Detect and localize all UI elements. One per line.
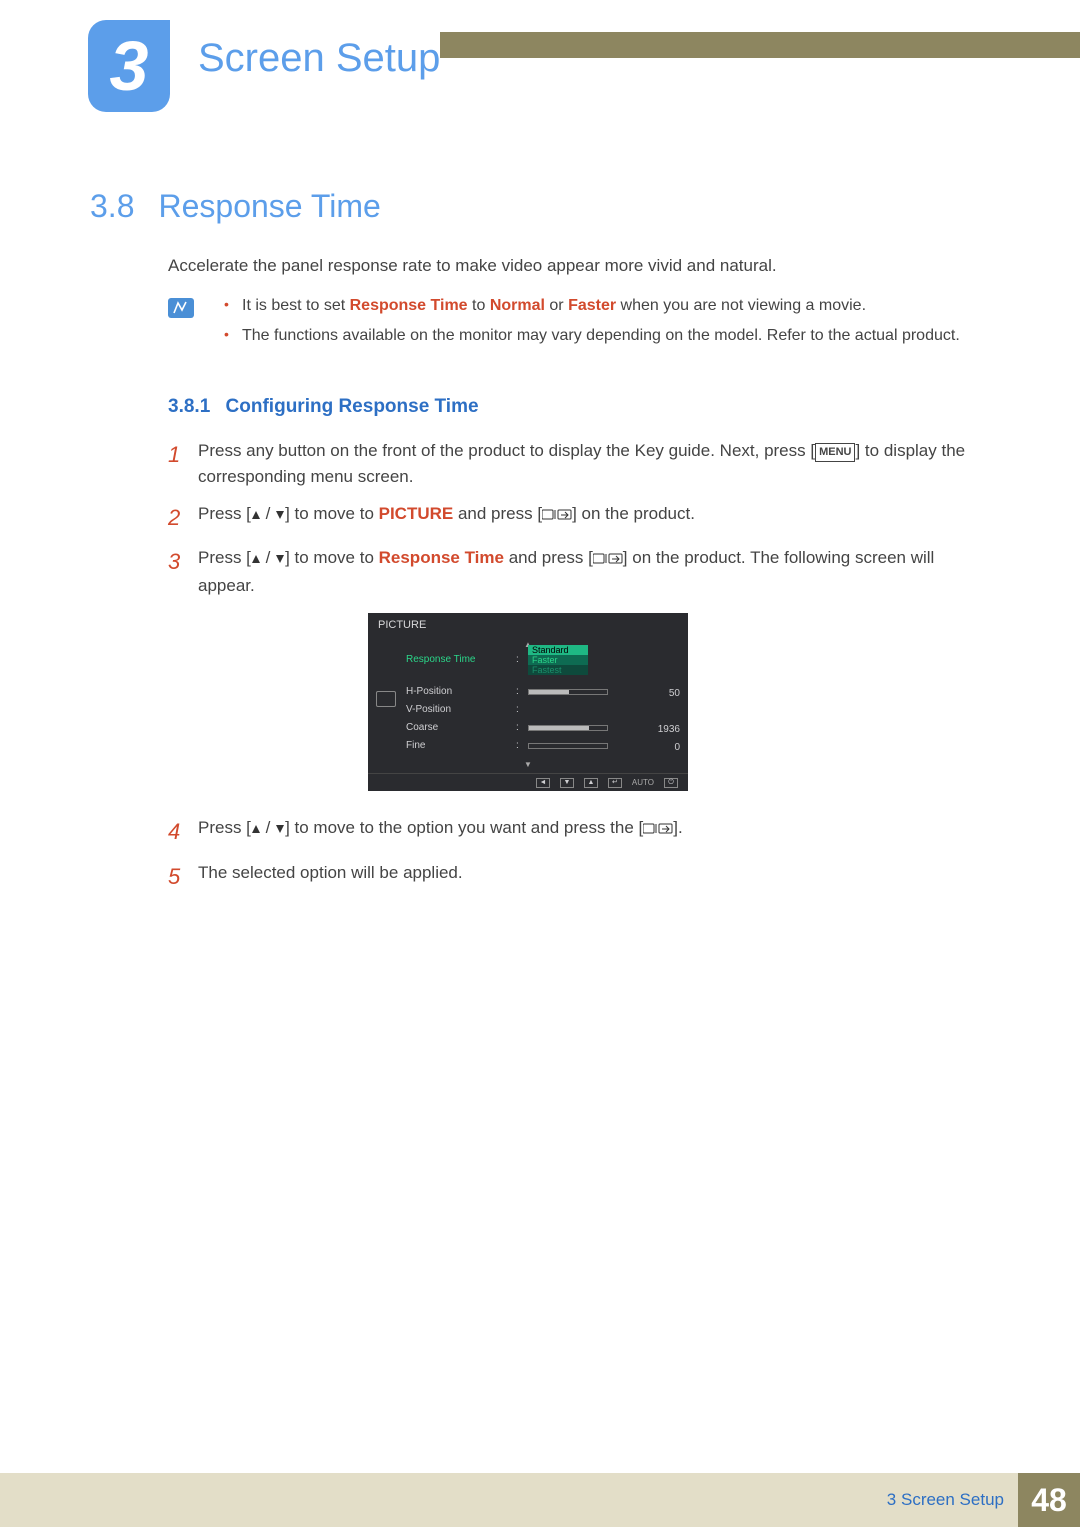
subsection-heading: 3.8.1 Configuring Response Time [168, 396, 479, 418]
note1-mid2: or [545, 297, 568, 314]
footer-chapter-label: 3 Screen Setup [887, 1490, 1004, 1510]
note1-hl3: Faster [568, 297, 616, 314]
osd-title: PICTURE [368, 613, 688, 638]
osd-nav-down-icon: ▼ [560, 778, 574, 788]
step2-mid1: ] to move to [285, 504, 379, 523]
source-enter-icon [643, 817, 673, 843]
step-number: 3 [168, 545, 198, 806]
section-title: Response Time [158, 188, 380, 225]
page-footer: 3 Screen Setup 48 [0, 1473, 1080, 1527]
osd-item-response-time: Response Time [406, 652, 510, 668]
note1-mid1: to [468, 297, 490, 314]
triangle-up-icon [251, 546, 261, 572]
subsection-title: Configuring Response Time [226, 396, 479, 417]
source-enter-icon [542, 503, 572, 529]
osd-nav-up-icon: ▲ [584, 778, 598, 788]
step2-mid2: and press [ [453, 504, 542, 523]
step2-post: ] on the product. [572, 504, 695, 523]
header-stripe [440, 32, 1080, 58]
osd-item-h-position: H-Position [406, 684, 510, 700]
osd-value-h-position: 50 [669, 686, 680, 702]
osd-enter-icon: ↵ [608, 778, 622, 788]
section-intro: Accelerate the panel response rate to ma… [168, 256, 990, 276]
note-icon [168, 298, 194, 318]
step-1: 1 Press any button on the front of the p… [168, 438, 990, 491]
step4-pre: Press [ [198, 818, 251, 837]
note-block: It is best to set Response Time to Norma… [168, 294, 990, 354]
osd-auto-label: AUTO [632, 777, 654, 789]
triangle-up-icon [251, 502, 261, 528]
osd-item-coarse: Coarse [406, 720, 510, 736]
osd-category-icon [376, 691, 396, 707]
osd-option-fastest: Fastest [528, 665, 588, 675]
step1-pre: Press any button on the front of the pro… [198, 441, 815, 460]
step-number: 1 [168, 438, 198, 491]
chapter-title: Screen Setup [198, 36, 440, 81]
step-number: 4 [168, 815, 198, 849]
triangle-down-icon [275, 816, 285, 842]
step-number: 2 [168, 501, 198, 535]
step2-hl: PICTURE [379, 504, 454, 523]
osd-screenshot: PICTURE ▲ Response Time : Standard Faste… [368, 613, 688, 791]
triangle-down-icon [275, 546, 285, 572]
step3-mid2: and press [ [504, 548, 593, 567]
step3-hl: Response Time [379, 548, 504, 567]
osd-power-icon: ⏻ [664, 778, 678, 788]
section-number: 3.8 [90, 188, 134, 225]
step-2: 2 Press [ / ] to move to PICTURE and pre… [168, 501, 990, 535]
osd-value-fine: 0 [674, 740, 680, 756]
step3-pre: Press [ [198, 548, 251, 567]
osd-option-standard: Standard [528, 645, 588, 655]
note-item-2: The functions available on the monitor m… [224, 324, 990, 348]
step-4: 4 Press [ / ] to move to the option you … [168, 815, 990, 849]
note1-hl2: Normal [490, 297, 545, 314]
osd-option-faster: Faster [528, 655, 588, 665]
osd-scroll-down-icon: ▼ [368, 759, 688, 771]
osd-item-fine: Fine [406, 738, 510, 754]
source-enter-icon [593, 547, 623, 573]
osd-button-bar: ◄ ▼ ▲ ↵ AUTO ⏻ [368, 773, 688, 791]
menu-button-icon: MENU [815, 443, 855, 462]
footer-page-number: 48 [1018, 1473, 1080, 1527]
note1-hl1: Response Time [350, 297, 468, 314]
osd-value-coarse: 1936 [658, 722, 680, 738]
osd-nav-left-icon: ◄ [536, 778, 550, 788]
osd-category-icons [376, 651, 400, 755]
step-5: 5 The selected option will be applied. [168, 860, 990, 894]
triangle-up-icon [251, 816, 261, 842]
chapter-number-badge: 3 [88, 20, 170, 112]
steps-list: 1 Press any button on the front of the p… [168, 438, 990, 904]
section-heading: 3.8 Response Time [90, 188, 381, 225]
note-item-1: It is best to set Response Time to Norma… [224, 294, 990, 318]
step3-mid1: ] to move to [285, 548, 379, 567]
step4-post: ]. [673, 818, 682, 837]
step-number: 5 [168, 860, 198, 894]
osd-item-v-position: V-Position [406, 702, 510, 718]
step4-mid: ] to move to the option you want and pre… [285, 818, 643, 837]
note1-post: when you are not viewing a movie. [616, 297, 866, 314]
step-3: 3 Press [ / ] to move to Response Time a… [168, 545, 990, 806]
step5-text: The selected option will be applied. [198, 860, 990, 894]
subsection-number: 3.8.1 [168, 396, 210, 417]
triangle-down-icon [275, 502, 285, 528]
note1-pre: It is best to set [242, 297, 350, 314]
step2-pre: Press [ [198, 504, 251, 523]
